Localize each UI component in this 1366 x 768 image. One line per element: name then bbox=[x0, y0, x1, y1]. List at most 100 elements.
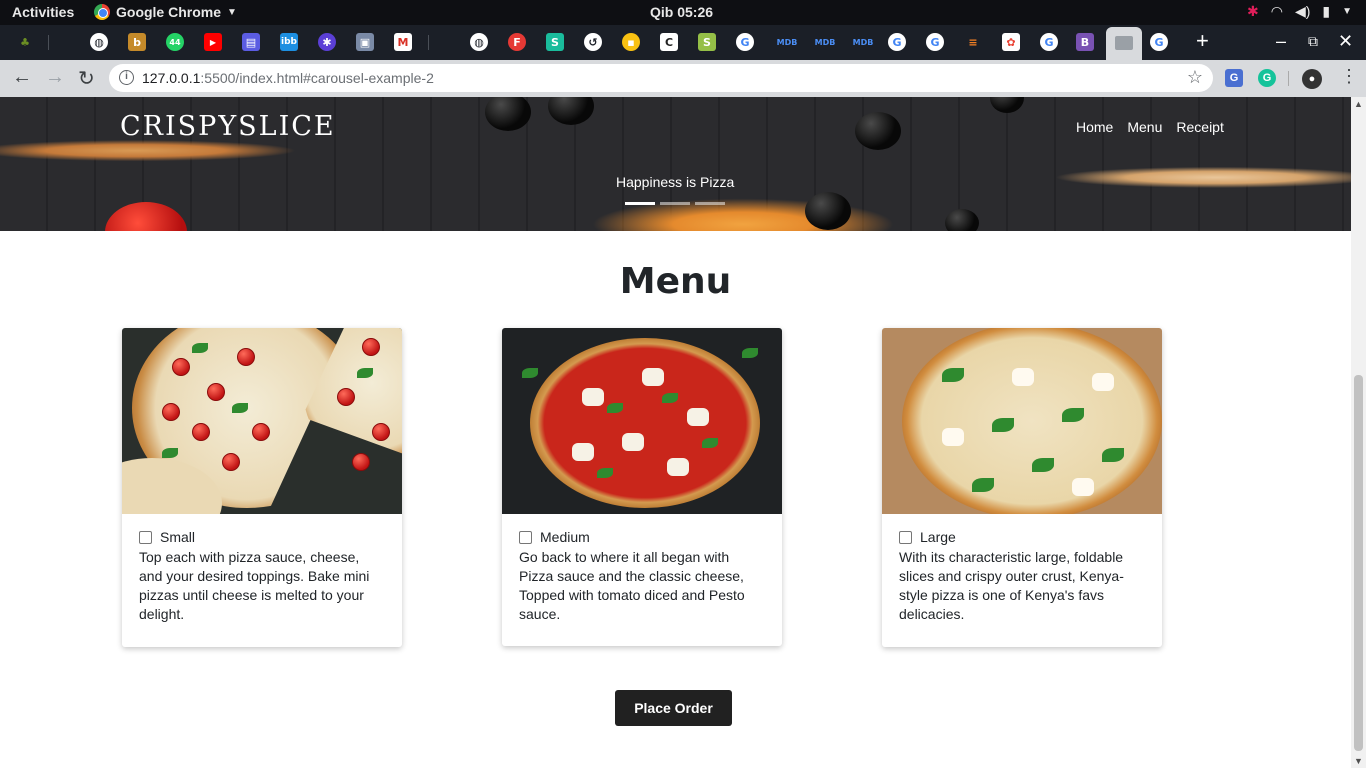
new-tab-button[interactable]: + bbox=[1196, 28, 1209, 54]
address-bar[interactable]: i 127.0.0.1:5500/index.html#carousel-exa… bbox=[109, 64, 1213, 92]
tab-favicon-c-icon[interactable]: C bbox=[660, 33, 678, 51]
menu-title: Menu bbox=[619, 261, 732, 302]
tab-favicon-stackoverflow-icon[interactable]: ≡ bbox=[964, 33, 982, 51]
tab-favicon-keep-icon[interactable]: ▪ bbox=[622, 33, 640, 51]
tab-favicon-doc-icon[interactable]: ▤ bbox=[242, 33, 260, 51]
checkbox-large[interactable] bbox=[899, 531, 912, 544]
tomato-topping bbox=[207, 383, 225, 401]
page-viewport: CRISPYSLICE Home Menu Receipt Happiness … bbox=[0, 97, 1366, 768]
basil-topping bbox=[972, 478, 994, 492]
tab-favicon-google-icon[interactable]: G bbox=[1150, 33, 1168, 51]
activities-button[interactable]: Activities bbox=[12, 4, 74, 20]
tab-favicon-youtube-icon[interactable]: ▶ bbox=[204, 33, 222, 51]
tab-favicon-shopify-icon[interactable]: S bbox=[698, 33, 716, 51]
clock[interactable]: Qib 05:26 bbox=[650, 4, 713, 20]
checkbox-medium[interactable] bbox=[519, 531, 532, 544]
tab-favicon-bug-icon[interactable]: ✱ bbox=[318, 33, 336, 51]
place-order-button[interactable]: Place Order bbox=[615, 690, 732, 726]
nav-receipt[interactable]: Receipt bbox=[1176, 119, 1223, 135]
tab-favicon-globe-icon[interactable]: ◍ bbox=[470, 33, 488, 51]
mozzarella-topping bbox=[1072, 478, 1094, 496]
tab-favicon-whatsapp-icon[interactable]: 44 bbox=[166, 33, 184, 51]
translate-extension-icon[interactable]: G bbox=[1225, 69, 1243, 87]
mozzarella-topping bbox=[1092, 373, 1114, 391]
site-brand[interactable]: CRISPYSLICE bbox=[120, 111, 336, 142]
tomato-topping bbox=[172, 358, 190, 376]
tab-favicon-bootstrap-icon[interactable]: B bbox=[1076, 33, 1094, 51]
tab-favicon-palm-icon[interactable]: ♣ bbox=[16, 33, 34, 51]
app-menu[interactable]: Google Chrome ▼ bbox=[94, 4, 237, 20]
card-body: Medium Go back to where it all began wit… bbox=[502, 514, 782, 638]
tab-favicon-book-icon[interactable]: b bbox=[128, 33, 146, 51]
mozzarella-topping bbox=[572, 443, 594, 461]
mozzarella-topping bbox=[942, 428, 964, 446]
tab-favicon-ibb-icon[interactable]: ibb bbox=[280, 33, 298, 51]
profile-avatar[interactable]: ● bbox=[1302, 69, 1322, 89]
volume-icon: ◀) bbox=[1294, 3, 1311, 19]
system-tray[interactable]: ✱ ◠ ◀) ▮ ▼ bbox=[1247, 3, 1352, 20]
tab-favicon-mdb-icon[interactable]: MDB bbox=[850, 33, 876, 51]
carousel-caption: Happiness is Pizza bbox=[616, 174, 735, 190]
grammarly-extension-icon[interactable]: G bbox=[1258, 69, 1276, 87]
basil-topping bbox=[607, 403, 623, 413]
nav-menu[interactable]: Menu bbox=[1127, 119, 1162, 135]
toolbar-divider bbox=[1288, 71, 1289, 86]
tab-favicon-page-icon bbox=[1115, 36, 1133, 50]
back-button[interactable]: ← bbox=[12, 66, 32, 89]
site-info-icon[interactable]: i bbox=[119, 70, 134, 85]
mozzarella-topping bbox=[667, 458, 689, 476]
bookmark-star-icon[interactable]: ☆ bbox=[1187, 67, 1203, 88]
checkbox-small[interactable] bbox=[139, 531, 152, 544]
close-window-button[interactable]: ✕ bbox=[1338, 31, 1353, 52]
app-menu-label: Google Chrome bbox=[116, 4, 222, 20]
tab-favicon-mdb-icon[interactable]: MDB bbox=[774, 33, 800, 51]
restore-button[interactable]: ⧉ bbox=[1308, 33, 1318, 50]
basil-topping bbox=[662, 393, 678, 403]
tab-favicon-google-icon[interactable]: G bbox=[736, 33, 754, 51]
tab-favicon-globe-icon[interactable]: ◍ bbox=[90, 33, 108, 51]
forward-button[interactable]: → bbox=[45, 66, 65, 89]
card-body: Large With its characteristic large, fol… bbox=[882, 514, 1162, 638]
menu-card-medium: Medium Go back to where it all began wit… bbox=[502, 328, 782, 646]
tab-favicon-google-icon[interactable]: G bbox=[888, 33, 906, 51]
basil-topping bbox=[942, 368, 964, 382]
minimize-button[interactable]: – bbox=[1276, 31, 1286, 52]
basil-topping bbox=[742, 348, 758, 358]
tab-favicon-history-icon[interactable]: ↺ bbox=[584, 33, 602, 51]
hero-carousel: CRISPYSLICE Home Menu Receipt Happiness … bbox=[0, 97, 1351, 231]
mozzarella-topping bbox=[642, 368, 664, 386]
tomato-topping bbox=[372, 423, 390, 441]
size-option-large[interactable]: Large bbox=[899, 528, 1145, 547]
carousel-indicator[interactable] bbox=[695, 202, 725, 205]
scroll-up-icon[interactable]: ▲ bbox=[1354, 99, 1363, 109]
tab-favicon-f-icon[interactable]: F bbox=[508, 33, 526, 51]
tab-active[interactable] bbox=[1106, 27, 1142, 60]
slack-icon[interactable]: ✱ bbox=[1247, 3, 1259, 20]
size-option-small[interactable]: Small bbox=[139, 528, 385, 547]
tab-favicon-google-icon[interactable]: G bbox=[926, 33, 944, 51]
url-text[interactable]: 127.0.0.1:5500/index.html#carousel-examp… bbox=[142, 70, 434, 86]
scrollbar-thumb[interactable] bbox=[1354, 375, 1363, 751]
tab-divider bbox=[428, 35, 429, 50]
scroll-down-icon[interactable]: ▼ bbox=[1354, 756, 1363, 766]
tomato-topping bbox=[362, 338, 380, 356]
chrome-menu-icon[interactable]: ⋮ bbox=[1340, 66, 1358, 87]
reload-button[interactable]: ↻ bbox=[78, 66, 95, 91]
pizza-image-small bbox=[122, 328, 402, 514]
herb-topping bbox=[357, 368, 373, 378]
tab-favicon-s-icon[interactable]: S bbox=[546, 33, 564, 51]
page-scrollbar[interactable]: ▲ ▼ bbox=[1351, 97, 1366, 768]
pizza-image-large bbox=[882, 328, 1162, 514]
tab-favicon-photos-icon[interactable]: ✿ bbox=[1002, 33, 1020, 51]
tab-favicon-google-icon[interactable]: G bbox=[1040, 33, 1058, 51]
size-option-medium[interactable]: Medium bbox=[519, 528, 765, 547]
olive-decoration bbox=[990, 97, 1024, 113]
nav-home[interactable]: Home bbox=[1076, 119, 1113, 135]
tab-favicon-gmail-icon[interactable]: M bbox=[394, 33, 412, 51]
olive-decoration bbox=[945, 209, 979, 231]
carousel-indicator[interactable] bbox=[625, 202, 655, 205]
tab-favicon-mdb-icon[interactable]: MDB bbox=[812, 33, 838, 51]
pizza-image-medium bbox=[502, 328, 782, 514]
carousel-indicator[interactable] bbox=[660, 202, 690, 205]
tab-favicon-image-icon[interactable]: ▣ bbox=[356, 33, 374, 51]
